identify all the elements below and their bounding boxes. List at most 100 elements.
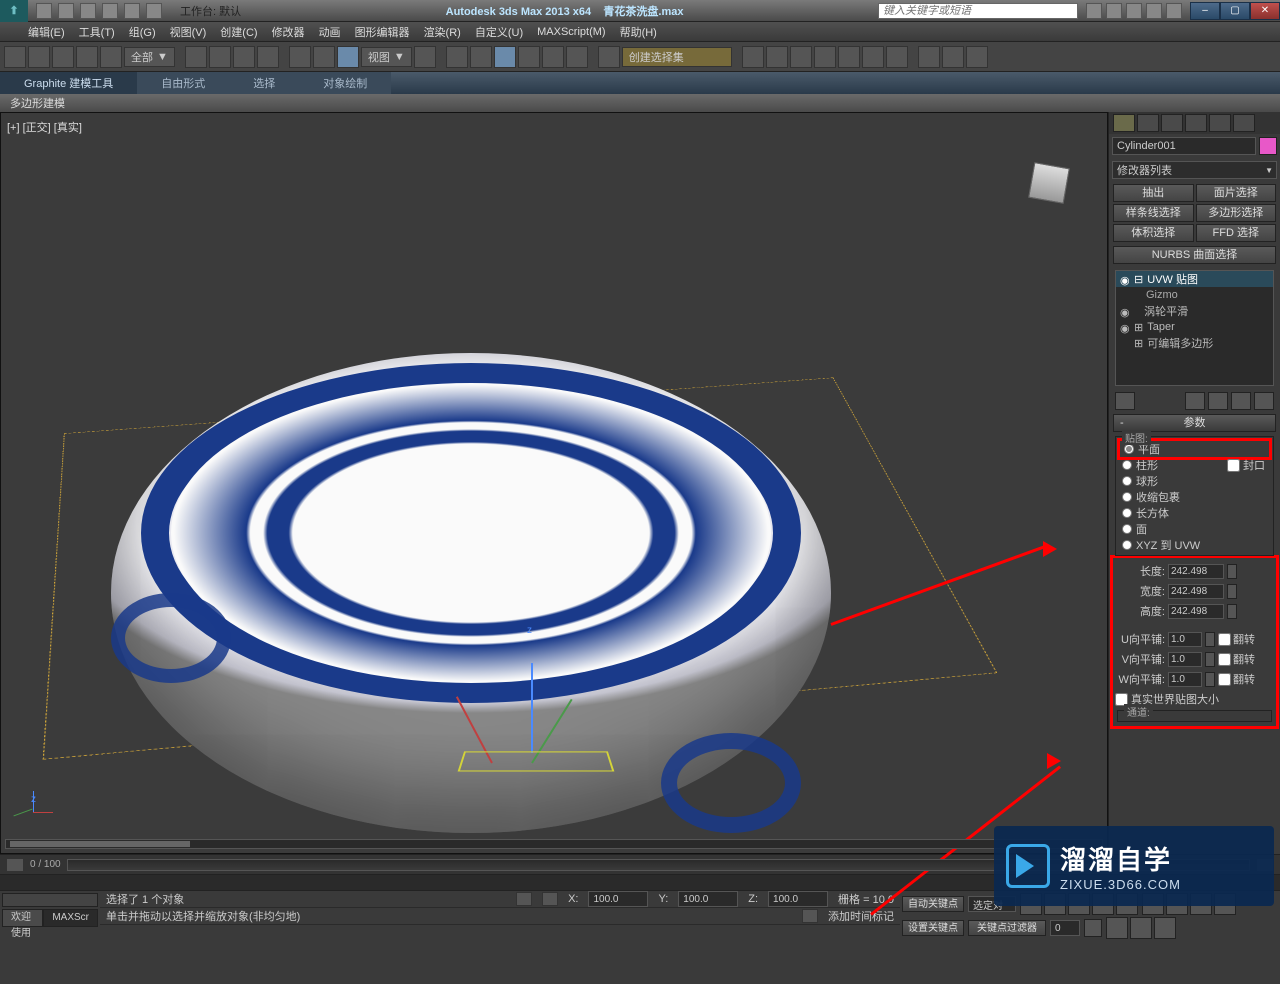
tab-motion-icon[interactable]	[1185, 114, 1207, 132]
btn-patch-select[interactable]: 面片选择	[1196, 184, 1277, 202]
tab-utilities-icon[interactable]	[1233, 114, 1255, 132]
rect-select-icon[interactable]	[233, 46, 255, 68]
ref-coord-system[interactable]: 视图 ▼	[361, 47, 412, 67]
window-crossing-icon[interactable]	[257, 46, 279, 68]
viewport-label[interactable]: [+] [正交] [真实]	[7, 119, 82, 135]
modifier-list-combo[interactable]: 修改器列表	[1112, 161, 1277, 179]
menu-create[interactable]: 创建(C)	[220, 24, 257, 40]
timeline-config-icon[interactable]	[6, 858, 24, 872]
modifier-stack[interactable]: ◉⊟UVW 贴图 Gizmo ◉ 涡轮平滑 ◉⊞Taper ⊞可编辑多边形	[1115, 270, 1274, 386]
y-coord-field[interactable]: 100.0	[678, 891, 738, 907]
favorites-icon[interactable]	[1146, 3, 1162, 19]
width-spinner[interactable]	[1168, 584, 1224, 599]
ribbon-tab-paint[interactable]: 对象绘制	[299, 72, 391, 94]
qat-save-icon[interactable]	[80, 3, 96, 19]
snap-toggle-icon[interactable]	[494, 46, 516, 68]
ribbon-tab-selection[interactable]: 选择	[229, 72, 299, 94]
workspace-selector[interactable]: 工作台: 默认	[170, 3, 251, 19]
help-icon[interactable]	[1166, 3, 1182, 19]
btn-poly-select[interactable]: 多边形选择	[1196, 204, 1277, 222]
w-spin-btns[interactable]	[1205, 672, 1215, 687]
menu-animation[interactable]: 动画	[319, 24, 341, 40]
menu-graph-editors[interactable]: 图形编辑器	[355, 24, 410, 40]
view-cube[interactable]	[1019, 153, 1079, 213]
cap-checkbox[interactable]: 封口	[1227, 457, 1265, 473]
close-button[interactable]: ✕	[1250, 2, 1280, 20]
w-tile-spinner[interactable]	[1168, 672, 1202, 687]
menu-tools[interactable]: 工具(T)	[79, 24, 115, 40]
ribbon-tab-modeling[interactable]: Graphite 建模工具	[0, 72, 137, 94]
maxscript-tab[interactable]: MAXScr	[43, 909, 98, 927]
menu-customize[interactable]: 自定义(U)	[475, 24, 523, 40]
length-spinner[interactable]	[1168, 564, 1224, 579]
maximize-button[interactable]: ▢	[1220, 2, 1250, 20]
radio-xyz[interactable]: XYZ 到 UVW	[1120, 537, 1269, 553]
menu-help[interactable]: 帮助(H)	[620, 24, 657, 40]
height-spin-btns[interactable]	[1227, 604, 1237, 619]
radio-box[interactable]: 长方体	[1120, 505, 1269, 521]
tab-display-icon[interactable]	[1209, 114, 1231, 132]
undo-icon[interactable]	[4, 46, 26, 68]
select-by-name-icon[interactable]	[209, 46, 231, 68]
pan-icon[interactable]	[1106, 917, 1128, 939]
remove-modifier-icon[interactable]	[1231, 392, 1251, 410]
mirror-icon[interactable]	[742, 46, 764, 68]
lock-selection-icon[interactable]	[516, 892, 532, 906]
pin-stack-icon[interactable]	[1115, 392, 1135, 410]
menu-views[interactable]: 视图(V)	[170, 24, 207, 40]
keyboard-shortcut-icon[interactable]	[470, 46, 492, 68]
object-color-swatch[interactable]	[1259, 137, 1277, 155]
align-icon[interactable]	[766, 46, 788, 68]
u-tile-spinner[interactable]	[1168, 632, 1202, 647]
length-spin-btns[interactable]	[1227, 564, 1237, 579]
move-icon[interactable]	[289, 46, 311, 68]
qat-redo-icon[interactable]	[124, 3, 140, 19]
bind-spacewarp-icon[interactable]	[100, 46, 122, 68]
stack-item-taper[interactable]: ◉⊞Taper	[1116, 319, 1273, 335]
transform-gizmo[interactable]: z	[451, 633, 611, 773]
infocenter-search-icon[interactable]	[1086, 3, 1102, 19]
rotate-icon[interactable]	[313, 46, 335, 68]
schematic-view-icon[interactable]	[862, 46, 884, 68]
qat-new-icon[interactable]	[36, 3, 52, 19]
material-editor-icon[interactable]	[886, 46, 908, 68]
redo-icon[interactable]	[28, 46, 50, 68]
graphite-ribbon-icon[interactable]	[814, 46, 836, 68]
spinner-snap-icon[interactable]	[566, 46, 588, 68]
app-logo[interactable]: ⬆	[0, 0, 28, 22]
radio-spherical[interactable]: 球形	[1120, 473, 1269, 489]
tab-create-icon[interactable]	[1113, 114, 1135, 132]
stack-item-epoly[interactable]: ⊞可编辑多边形	[1116, 335, 1273, 351]
edit-named-sel-icon[interactable]	[598, 46, 620, 68]
selection-filter[interactable]: 全部 ▼	[124, 47, 175, 67]
pivot-center-icon[interactable]	[414, 46, 436, 68]
z-coord-field[interactable]: 100.0	[768, 891, 828, 907]
subscription-icon[interactable]	[1106, 3, 1122, 19]
qat-undo-icon[interactable]	[102, 3, 118, 19]
stack-item-uvw[interactable]: ◉⊟UVW 贴图	[1116, 271, 1273, 287]
btn-nurbs-select[interactable]: NURBS 曲面选择	[1113, 246, 1276, 264]
scale-icon[interactable]	[337, 46, 359, 68]
maximize-viewport-icon[interactable]	[1154, 917, 1176, 939]
viewport-h-scrollbar[interactable]	[5, 839, 1103, 849]
exchange-icon[interactable]	[1126, 3, 1142, 19]
ribbon-tab-freeform[interactable]: 自由形式	[137, 72, 229, 94]
u-spin-btns[interactable]	[1205, 632, 1215, 647]
radio-shrink[interactable]: 收缩包裹	[1120, 489, 1269, 505]
menu-maxscript[interactable]: MAXScript(M)	[537, 26, 605, 38]
v-spin-btns[interactable]	[1205, 652, 1215, 667]
isolate-icon[interactable]	[542, 892, 558, 906]
v-flip-check[interactable]: 翻转	[1218, 651, 1255, 667]
named-selection-set[interactable]: 创建选择集	[622, 47, 732, 67]
time-tag-icon[interactable]	[802, 909, 818, 923]
menu-rendering[interactable]: 渲染(R)	[424, 24, 461, 40]
minimize-button[interactable]: –	[1190, 2, 1220, 20]
mini-listener-btn[interactable]	[2, 893, 98, 907]
btn-ffd-select[interactable]: FFD 选择	[1196, 224, 1277, 242]
unlink-icon[interactable]	[76, 46, 98, 68]
stack-item-turbosmooth[interactable]: ◉ 涡轮平滑	[1116, 303, 1273, 319]
time-config-icon[interactable]	[1084, 919, 1102, 937]
angle-snap-icon[interactable]	[518, 46, 540, 68]
menu-modifiers[interactable]: 修改器	[272, 24, 305, 40]
object-name-field[interactable]: Cylinder001	[1112, 137, 1256, 155]
